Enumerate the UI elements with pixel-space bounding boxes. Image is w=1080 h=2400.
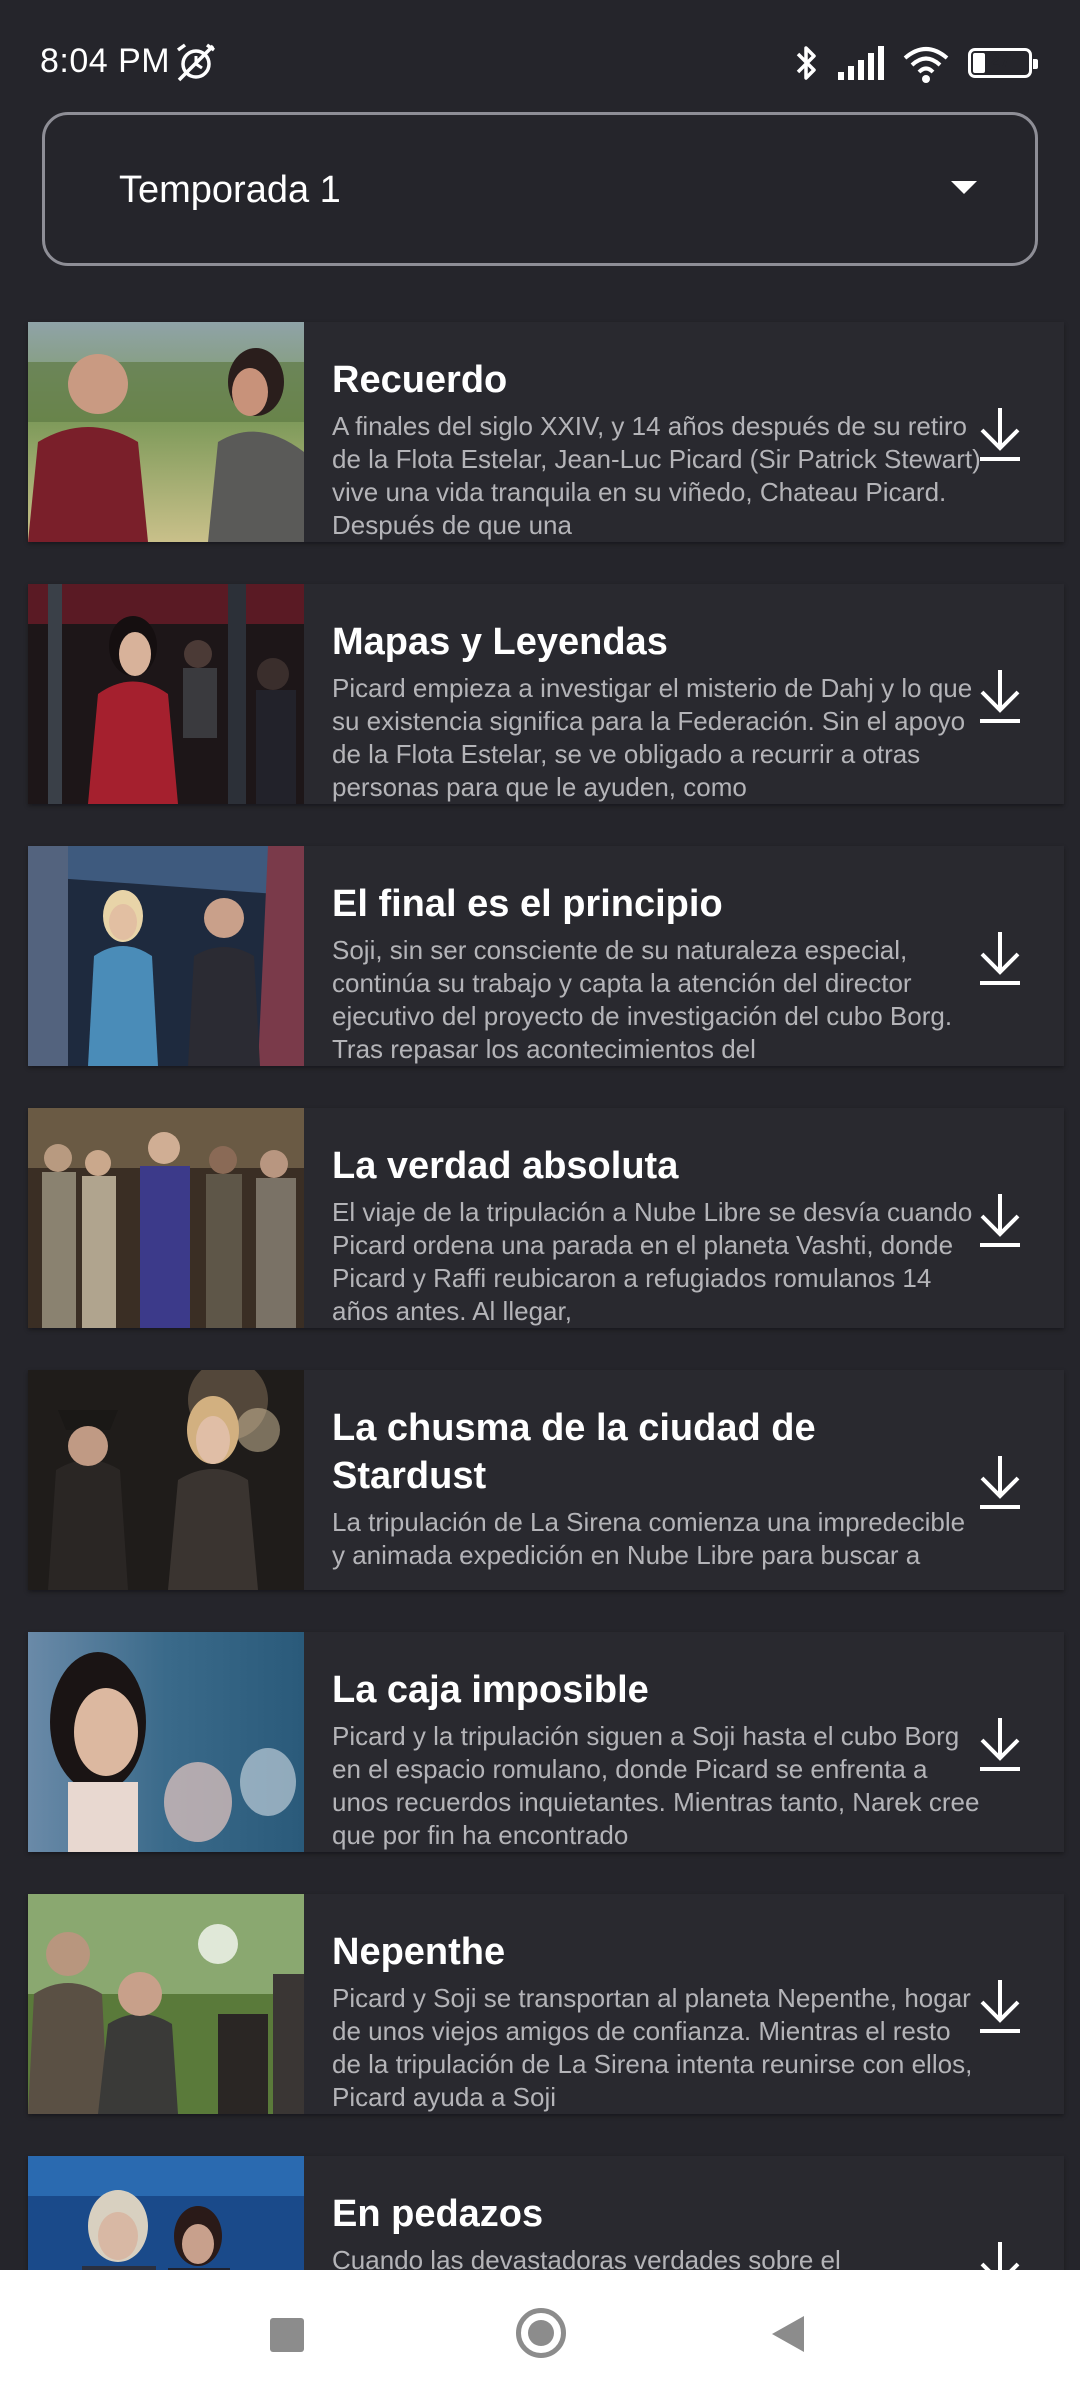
episode-item[interactable]: En pedazos Cuando las devastadoras verda… [28,2156,1064,2270]
download-icon[interactable] [972,928,1028,988]
download-icon[interactable] [972,1714,1028,1774]
episode-item[interactable]: Recuerdo A finales del siglo XXIV, y 14 … [28,322,1064,542]
episode-title: Recuerdo [332,359,508,401]
download-icon[interactable] [972,1976,1028,2036]
episode-description: El viaje de la tripulación a Nube Libre … [332,1197,973,1326]
download-icon[interactable] [972,1190,1028,1250]
episode-thumbnail[interactable] [28,322,304,542]
episode-description: Picard y la tripulación siguen a Soji ha… [332,1721,980,1850]
episode-description: Picard y Soji se transportan al planeta … [332,1983,973,2112]
episode-description: Cuando las devastadoras verdades sobre e… [332,2245,841,2270]
episode-item[interactable]: La caja imposible Picard y la tripulació… [28,1632,1064,1852]
episode-description: Picard empieza a investigar el misterio … [332,673,973,802]
home-icon[interactable] [516,2308,566,2358]
episode-title: En pedazos [332,2193,544,2235]
episode-list[interactable]: Recuerdo A finales del siglo XXIV, y 14 … [0,0,1080,2270]
download-icon[interactable] [972,2238,1028,2270]
episode-title: El final es el principio [332,883,723,925]
episode-thumbnail[interactable] [28,1108,304,1328]
download-icon[interactable] [972,404,1028,464]
episode-description: A finales del siglo XXIV, y 14 años desp… [332,411,981,540]
download-icon[interactable] [972,1452,1028,1512]
episode-title: Nepenthe [332,1931,506,1973]
episode-title: La verdad absoluta [332,1145,679,1187]
episode-item[interactable]: Nepenthe Picard y Soji se transportan al… [28,1894,1064,2114]
navigation-bar [0,2270,1080,2400]
episode-thumbnail[interactable] [28,1370,304,1590]
download-icon[interactable] [972,666,1028,726]
episode-title: Mapas y Leyendas [332,621,668,663]
episode-item[interactable]: La verdad absoluta El viaje de la tripul… [28,1108,1064,1328]
episode-item[interactable]: La chusma de la ciudad de Stardust La tr… [28,1370,1064,1590]
recent-apps-icon[interactable] [270,2318,304,2352]
episode-description: Soji, sin ser consciente de su naturalez… [332,935,953,1064]
episode-item[interactable]: El final es el principio Soji, sin ser c… [28,846,1064,1066]
episode-thumbnail[interactable] [28,1632,304,1852]
back-icon[interactable] [772,2316,804,2352]
episode-title: La caja imposible [332,1669,649,1711]
episode-item[interactable]: Mapas y Leyendas Picard empieza a invest… [28,584,1064,804]
episode-thumbnail[interactable] [28,846,304,1066]
episode-thumbnail[interactable] [28,2156,304,2270]
episode-description: La tripulación de La Sirena comienza una… [332,1507,966,1570]
episode-thumbnail[interactable] [28,1894,304,2114]
episode-thumbnail[interactable] [28,584,304,804]
episode-title: La chusma de la ciudad de Stardust [332,1407,816,1497]
